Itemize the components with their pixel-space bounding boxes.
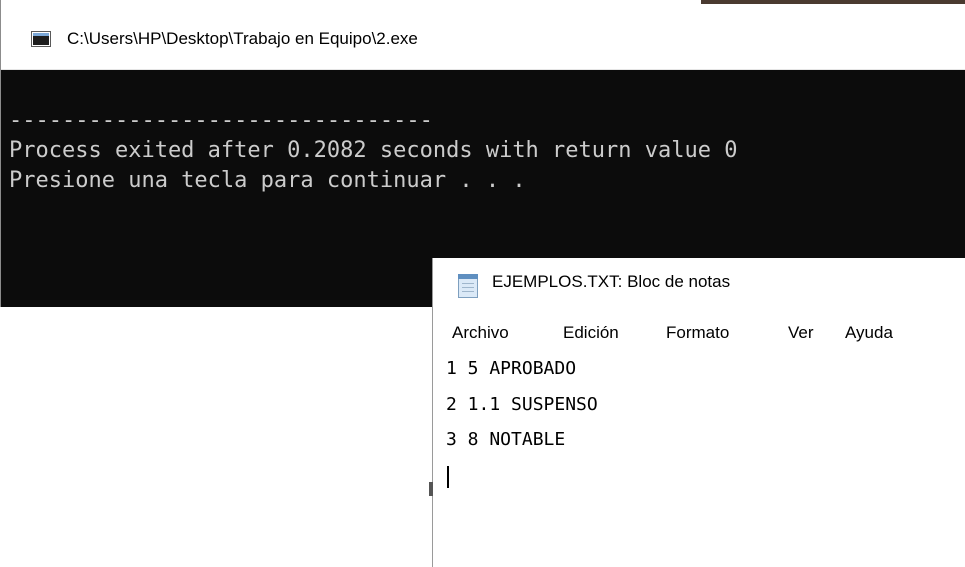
notepad-menubar: Archivo Edición Formato Ver Ayuda: [433, 313, 965, 353]
notepad-text-area[interactable]: 1 5 APROBADO 2 1.1 SUSPENSO 3 8 NOTABLE: [433, 353, 965, 567]
notepad-titlebar[interactable]: EJEMPLOS.TXT: Bloc de notas: [433, 258, 965, 313]
menu-formato[interactable]: Formato: [666, 323, 729, 343]
text-line-1: 1 5 APROBADO: [446, 358, 577, 379]
console-app-icon: [31, 31, 51, 47]
text-line-2: 2 1.1 SUSPENSO: [446, 394, 598, 415]
menu-edicion[interactable]: Edición: [563, 323, 619, 343]
notepad-window[interactable]: EJEMPLOS.TXT: Bloc de notas Archivo Edic…: [429, 258, 965, 567]
menu-ayuda[interactable]: Ayuda: [845, 323, 893, 343]
console-window-title: C:\Users\HP\Desktop\Trabajo en Equipo\2.…: [67, 29, 418, 48]
menu-archivo[interactable]: Archivo: [452, 323, 509, 343]
console-separator-line: --------------------------------: [9, 108, 433, 133]
console-exit-message: Process exited after 0.2082 seconds with…: [9, 138, 738, 163]
background-window-edge: [701, 0, 965, 4]
notepad-window-title: EJEMPLOS.TXT: Bloc de notas: [492, 272, 731, 291]
console-titlebar[interactable]: C:\Users\HP\Desktop\Trabajo en Equipo\2.…: [1, 0, 965, 70]
console-press-key-message: Presione una tecla para continuar . . .: [9, 168, 526, 193]
text-caret: [447, 466, 449, 488]
notepad-icon: [458, 274, 478, 298]
text-line-3: 3 8 NOTABLE: [446, 429, 566, 450]
menu-ver[interactable]: Ver: [788, 323, 814, 343]
desktop-screen: C:\Users\HP\Desktop\Trabajo en Equipo\2.…: [0, 0, 965, 567]
